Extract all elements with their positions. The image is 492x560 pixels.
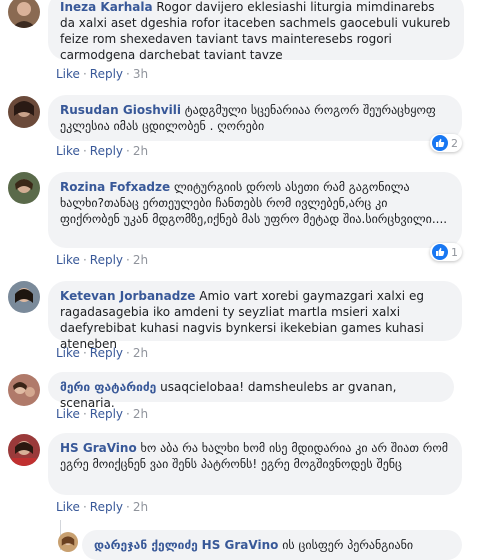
commenter-name[interactable]: Ketevan Jorbanadze <box>60 289 195 303</box>
reply-button[interactable]: Reply <box>90 67 123 81</box>
like-button[interactable]: Like <box>56 500 80 514</box>
avatar[interactable] <box>8 434 40 466</box>
like-button[interactable]: Like <box>56 407 80 421</box>
reply-button[interactable]: Reply <box>90 253 123 267</box>
reaction-count[interactable]: 1 <box>430 243 462 261</box>
avatar[interactable] <box>8 172 40 204</box>
comment-actions: Like · Reply · 2h <box>56 346 149 360</box>
comment-timestamp[interactable]: 3h <box>133 67 148 81</box>
like-button[interactable]: Like <box>56 144 80 158</box>
avatar[interactable] <box>58 532 78 552</box>
comment-timestamp[interactable]: 2h <box>133 500 148 514</box>
commenter-name[interactable]: დარეჯან ქელიძე <box>94 538 198 552</box>
commenter-name[interactable]: Ineza Karhala <box>60 0 153 14</box>
comment-timestamp[interactable]: 2h <box>133 346 148 360</box>
reply-button[interactable]: Reply <box>90 346 123 360</box>
comment-actions: Like · Reply · 2h <box>56 500 149 514</box>
comment-bubble: მერი ფატარიძე usaqcielobaa! damsheulebs … <box>48 372 454 410</box>
comment-bubble: Rozina Fofxadze ლიტურგიის დროს ასეთი რამ… <box>48 172 462 248</box>
like-button[interactable]: Like <box>56 346 80 360</box>
avatar[interactable] <box>8 0 40 28</box>
reply-button[interactable]: Reply <box>90 500 123 514</box>
commenter-name[interactable]: HS GraVino <box>60 441 137 455</box>
comment-bubble: Rusudan Gioshvili ტადგმული სცენარიაა როგ… <box>48 95 462 141</box>
avatar[interactable] <box>8 281 40 313</box>
comment-actions: Like · Reply · 2h <box>56 407 149 421</box>
avatar[interactable] <box>8 96 40 128</box>
commenter-name[interactable]: მერი ფატარიძე <box>60 380 156 394</box>
thumbs-up-icon <box>432 244 448 260</box>
commenter-name[interactable]: Rozina Fofxadze <box>60 180 170 194</box>
reply-button[interactable]: Reply <box>90 144 123 158</box>
reply-bubble: დარეჯან ქელიძე HS GraVino ის ცისფერ პერა… <box>82 530 462 560</box>
thumbs-up-icon <box>432 135 448 151</box>
comment-timestamp[interactable]: 2h <box>133 253 148 267</box>
comment-timestamp[interactable]: 2h <box>133 407 148 421</box>
like-button[interactable]: Like <box>56 253 80 267</box>
reaction-number: 1 <box>451 245 458 259</box>
comment-bubble: Ineza Karhala Rogor davijero eklesiashi … <box>48 0 464 62</box>
reaction-count[interactable]: 2 <box>430 134 462 152</box>
comment-bubble: HS GraVino ხო აბა რა ხალხი ხომ ისე მდიდა… <box>48 433 462 495</box>
comment-actions: Like · Reply · 3h <box>56 67 149 81</box>
comment-timestamp[interactable]: 2h <box>133 144 148 158</box>
comment-text: ის ცისფერ პერანგიანი <box>282 538 414 552</box>
commenter-name[interactable]: Rusudan Gioshvili <box>60 103 181 117</box>
mention-link[interactable]: HS GraVino <box>202 538 279 552</box>
comment-actions: Like · Reply · 2h <box>56 253 149 267</box>
like-button[interactable]: Like <box>56 67 80 81</box>
comment-bubble: Ketevan Jorbanadze Amio vart xorebi gaym… <box>48 281 462 351</box>
comment-actions: Like · Reply · 2h <box>56 144 149 158</box>
reaction-number: 2 <box>451 136 458 150</box>
reply-button[interactable]: Reply <box>90 407 123 421</box>
avatar[interactable] <box>8 374 40 406</box>
